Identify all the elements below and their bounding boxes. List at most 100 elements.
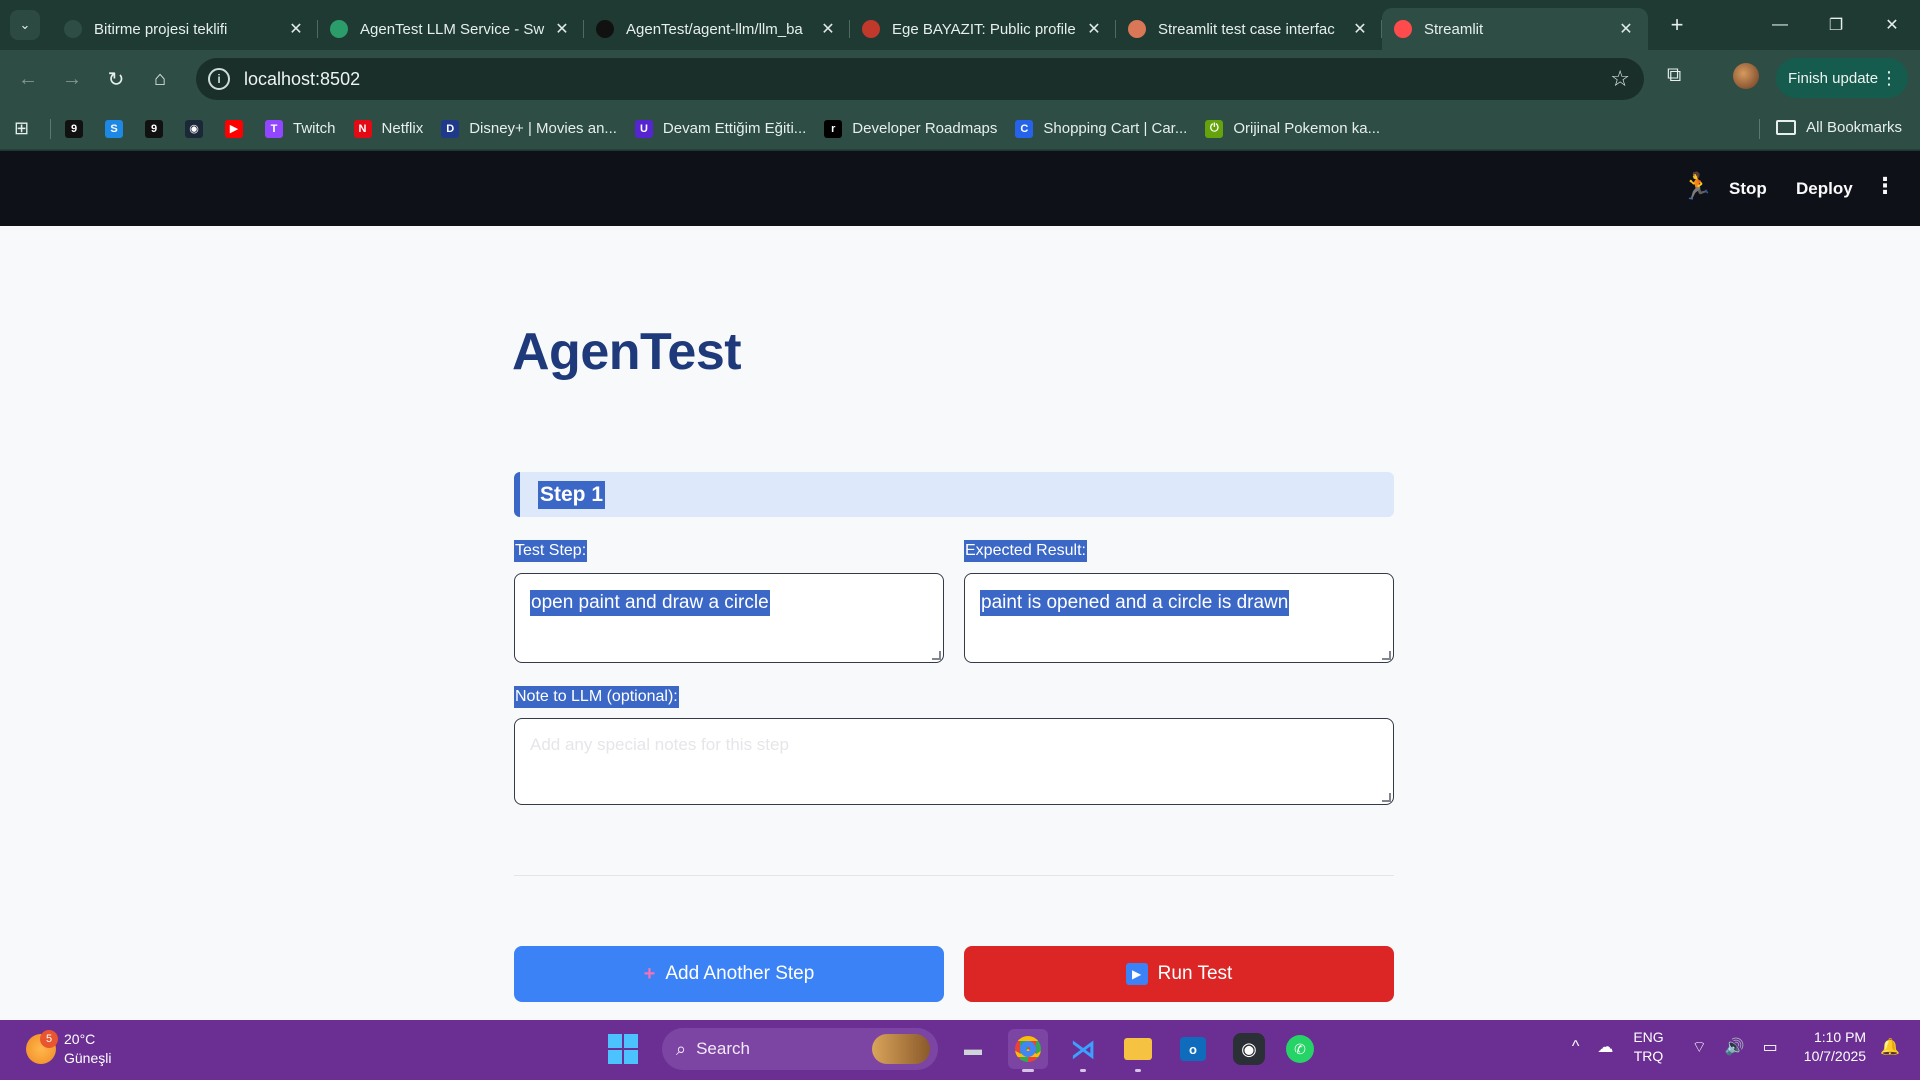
bookmark-item[interactable]: ⏻ Orijinal Pokemon ka...: [1205, 119, 1380, 138]
chevron-up-icon[interactable]: ^: [1572, 1038, 1580, 1056]
bookmarks-separator: [1759, 119, 1760, 139]
expected-result-value: paint is opened and a circle is drawn: [980, 590, 1290, 616]
search-label: Search: [696, 1039, 750, 1058]
task-view-icon[interactable]: ▬: [953, 1029, 993, 1069]
language-top: ENG: [1633, 1029, 1664, 1045]
close-tab-icon[interactable]: ✕: [552, 19, 572, 39]
windows-start-icon[interactable]: [608, 1034, 638, 1064]
whatsapp-icon[interactable]: ✆: [1280, 1029, 1320, 1069]
steam-icon: ◉: [185, 119, 203, 138]
extensions-icon[interactable]: ⧉: [1667, 64, 1681, 87]
tab-search-button[interactable]: ⌄: [10, 10, 40, 40]
close-tab-icon[interactable]: ✕: [818, 19, 838, 39]
stop-button[interactable]: Stop: [1729, 179, 1767, 199]
bookmark-item[interactable]: 9: [65, 119, 83, 138]
battery-icon[interactable]: ▭: [1763, 1037, 1778, 1057]
language-indicator[interactable]: ENG TRQ: [1633, 1028, 1663, 1066]
taskbar-apps: ⌕ Search ▬ ⋊ o ◉ ✆: [608, 1028, 1320, 1072]
weather-widget[interactable]: 5 20°C Güneşli: [26, 1030, 111, 1068]
bookmark-item[interactable]: ◉: [185, 119, 203, 138]
restore-button[interactable]: ❐: [1808, 0, 1864, 50]
chrome-icon[interactable]: [1008, 1029, 1048, 1072]
minimize-button[interactable]: —: [1752, 0, 1808, 50]
resize-handle[interactable]: [1382, 793, 1391, 802]
resize-handle[interactable]: [1382, 651, 1391, 660]
all-bookmarks-button[interactable]: All Bookmarks: [1776, 119, 1902, 136]
close-window-button[interactable]: ✕: [1864, 0, 1920, 50]
run-test-label: Run Test: [1157, 963, 1233, 984]
bookmark-item[interactable]: U Devam Ettiğim Eğiti...: [634, 119, 806, 138]
address-bar[interactable]: i localhost:8502 ☆: [196, 58, 1644, 100]
back-button[interactable]: ←: [6, 68, 50, 91]
bookmark-item[interactable]: ▶: [225, 119, 243, 138]
outlook-icon[interactable]: o: [1173, 1029, 1213, 1069]
bookmark-item[interactable]: 9: [145, 119, 163, 138]
browser-tab[interactable]: Streamlit ✕: [1382, 8, 1648, 50]
profile-avatar[interactable]: [1733, 63, 1759, 89]
apps-grid-icon[interactable]: ⊞: [14, 118, 36, 139]
eye-app-icon[interactable]: ◉: [1233, 1033, 1265, 1065]
notification-bell-icon[interactable]: 🔔: [1880, 1037, 1900, 1057]
tab-title: AgenTest LLM Service - Sw: [360, 20, 545, 38]
netflix-icon: N: [353, 119, 372, 138]
test-step-value: open paint and draw a circle: [530, 590, 770, 616]
active-indicator: [1022, 1069, 1034, 1072]
bookmark-label: Netflix: [381, 120, 424, 137]
bookmark-item[interactable]: C Shopping Cart | Car...: [1015, 119, 1187, 138]
expected-result-textarea[interactable]: paint is opened and a circle is drawn: [964, 573, 1394, 663]
page-title: AgenTest: [512, 323, 742, 381]
taskbar-search[interactable]: ⌕ Search: [662, 1028, 938, 1070]
main-menu-icon[interactable]: ⋮: [1874, 173, 1896, 199]
clock-time: 1:10 PM: [1813, 1029, 1867, 1045]
bookmark-item[interactable]: N Netflix: [353, 119, 424, 138]
running-indicator: [1080, 1069, 1086, 1072]
reload-button[interactable]: ↻: [94, 67, 138, 92]
site-info-icon[interactable]: i: [208, 68, 230, 90]
browser-tab[interactable]: Streamlit test case interfac ✕: [1116, 8, 1382, 50]
volume-icon[interactable]: 🔊: [1725, 1037, 1745, 1057]
running-man-icon: 🏃: [1681, 171, 1714, 201]
bookmarks-bar: ⊞ 9 S 9 ◉ ▶ T Twitch N Netflix D Disney+ | Movies …: [0, 108, 1920, 150]
language-bottom: TRQ: [1633, 1048, 1664, 1064]
finish-update-button[interactable]: Finish update ⋮: [1776, 58, 1908, 98]
bookmark-item[interactable]: D Disney+ | Movies an...: [441, 119, 617, 138]
wifi-icon[interactable]: ⌔: [1692, 1037, 1707, 1057]
bookmark-item[interactable]: T Twitch: [265, 119, 336, 138]
close-tab-icon[interactable]: ✕: [1084, 19, 1104, 39]
home-button[interactable]: ⌂: [138, 68, 182, 91]
close-tab-icon[interactable]: ✕: [286, 19, 306, 39]
note-textarea[interactable]: Add any special notes for this step: [514, 718, 1394, 805]
deploy-button[interactable]: Deploy: [1796, 179, 1853, 199]
resize-handle[interactable]: [932, 651, 941, 660]
browser-tab[interactable]: AgenTest LLM Service - Sw ✕: [318, 8, 584, 50]
onedrive-icon[interactable]: ☁: [1597, 1037, 1613, 1057]
clock[interactable]: 1:10 PM 10/7/2025: [1804, 1028, 1866, 1066]
browser-tab[interactable]: AgenTest/agent-llm/llm_ba ✕: [584, 8, 850, 50]
new-tab-button[interactable]: +: [1662, 12, 1692, 38]
step-title: Step 1: [538, 480, 606, 509]
vscode-icon[interactable]: ⋊: [1063, 1029, 1103, 1072]
close-tab-icon[interactable]: ✕: [1350, 19, 1370, 39]
test-step-textarea[interactable]: open paint and draw a circle: [514, 573, 944, 663]
streamlit-icon: [1394, 20, 1412, 38]
bookmark-star-icon[interactable]: ☆: [1610, 66, 1630, 92]
bookmark-item[interactable]: S: [105, 119, 123, 138]
bookmark-label: Developer Roadmaps: [852, 120, 998, 137]
openai-icon: [64, 20, 82, 38]
forward-button[interactable]: →: [50, 68, 94, 91]
bookmarks-separator: [50, 118, 51, 139]
search-icon: ⌕: [676, 1038, 687, 1059]
close-tab-icon[interactable]: ✕: [1616, 19, 1636, 39]
run-test-button[interactable]: ▶ Run Test: [964, 946, 1394, 1002]
file-explorer-icon[interactable]: [1118, 1029, 1158, 1072]
browser-tab[interactable]: Bitirme projesi teklifi ✕: [52, 8, 318, 50]
browser-tab[interactable]: Ege BAYAZIT: Public profile ✕: [850, 8, 1116, 50]
udemy-icon: U: [634, 119, 653, 138]
weather-badge: 5: [40, 1030, 58, 1048]
add-step-button[interactable]: + Add Another Step: [514, 946, 944, 1002]
app-9-icon: 9: [65, 119, 83, 138]
tab-title: Ege BAYAZIT: Public profile: [892, 20, 1076, 38]
app-main: AgenTest Step 1 Test Step: Expected Resu…: [0, 226, 1920, 1020]
url-text[interactable]: localhost:8502: [244, 69, 360, 90]
bookmark-item[interactable]: r Developer Roadmaps: [824, 119, 998, 138]
